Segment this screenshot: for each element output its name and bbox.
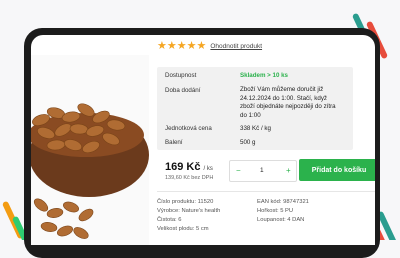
price: 169 Kč / ks: [165, 161, 213, 173]
star-icon[interactable]: ★: [197, 41, 207, 52]
spec-manufacturer: Výrobce: Nature's health: [157, 208, 221, 214]
unit-price-label: Jednotková cena: [165, 125, 212, 132]
almond-bowl-illustration: [31, 103, 149, 239]
product-image: [31, 55, 149, 245]
quantity-stepper: − 1 +: [229, 160, 297, 182]
increase-button[interactable]: +: [286, 166, 291, 175]
availability-label: Dostupnost: [165, 72, 197, 79]
availability-value: Skladem > 10 ks: [240, 72, 288, 79]
spec-purity: Čistota: 6: [157, 217, 182, 223]
delivery-line: Zboží Vám můžeme doručit již: [240, 86, 324, 93]
divider: [157, 191, 375, 192]
unit-price-value: 338 Kč / kg: [240, 125, 271, 132]
delivery-line: 24.12.2024 do 1:00. Stačí, když: [240, 94, 328, 102]
delivery-line: zboží objednáte nejpozději do zítra: [240, 103, 336, 110]
product-page: ★ ★ ★ ★ ★ Ohodnotit produkt Dostupnost S…: [31, 35, 375, 245]
star-icon[interactable]: ★: [177, 41, 187, 52]
price-main: 169 Kč: [165, 161, 201, 173]
delivery-line: do 1:00: [240, 111, 261, 119]
package-value: 500 g: [240, 139, 256, 146]
spec-fruit-size: Velikost plodu: 5 cm: [157, 226, 209, 232]
spec-product-code: Číslo produktu: 11520: [157, 199, 214, 205]
price-unit: / ks: [203, 166, 213, 172]
spec-peelability: Loupanost: 4 DAN: [257, 217, 305, 223]
rate-product-link[interactable]: Ohodnotit produkt: [210, 43, 262, 50]
add-to-cart-button[interactable]: Přidat do košíku: [299, 159, 375, 181]
quantity-value[interactable]: 1: [260, 167, 264, 174]
star-icon[interactable]: ★: [157, 41, 167, 52]
star-icon[interactable]: ★: [167, 41, 177, 52]
rating: ★ ★ ★ ★ ★ Ohodnotit produkt: [157, 41, 262, 52]
delivery-value: Zboží Vám můžeme doručit již 24.12.2024 …: [240, 86, 348, 120]
delivery-label: Doba dodání: [165, 87, 201, 94]
spec-ean: EAN kód: 98747321: [257, 199, 309, 205]
package-label: Balení: [165, 139, 183, 146]
star-icon[interactable]: ★: [187, 41, 197, 52]
decrease-button[interactable]: −: [236, 166, 241, 175]
spec-bitterness: Hořkost: 5 PU: [257, 208, 294, 214]
price-without-vat: 139,60 Kč bez DPH: [165, 175, 214, 181]
product-info-box: Dostupnost Skladem > 10 ks Doba dodání Z…: [157, 67, 353, 150]
